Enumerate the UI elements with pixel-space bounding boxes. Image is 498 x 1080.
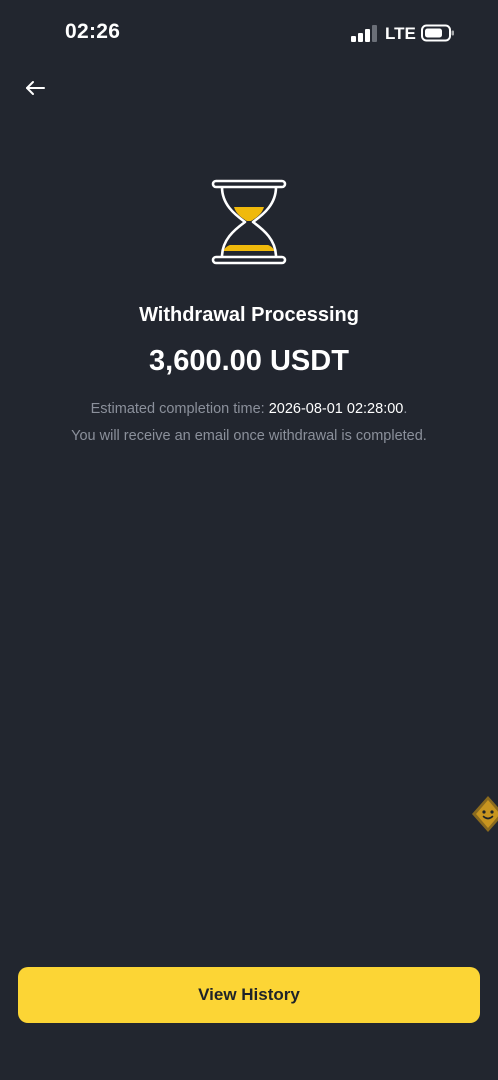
estimate-label: Estimated completion time: [90, 401, 269, 417]
cellular-signal-icon [351, 25, 377, 42]
status-title: Withdrawal Processing [139, 304, 359, 326]
withdrawal-amount: 3,600.00 USDT [149, 345, 349, 377]
view-history-button[interactable]: View History [18, 967, 480, 1023]
estimate-value: 2026-08-01 02:28:00 [268, 401, 404, 417]
smiley-assistant-icon[interactable] [470, 794, 498, 838]
email-note: You will receive an email once withdrawa… [71, 428, 427, 444]
battery-icon [421, 24, 454, 42]
hourglass-icon [211, 179, 287, 265]
back-button[interactable] [20, 73, 50, 103]
arrow-left-icon [26, 81, 45, 95]
status-bar: 02:26 LTE [0, 0, 498, 68]
status-time: 02:26 [65, 20, 121, 43]
network-type: LTE [385, 24, 416, 43]
estimated-completion: Estimated completion time: 2026-08-01 02… [0, 401, 498, 417]
estimate-suffix: . [403, 401, 408, 417]
